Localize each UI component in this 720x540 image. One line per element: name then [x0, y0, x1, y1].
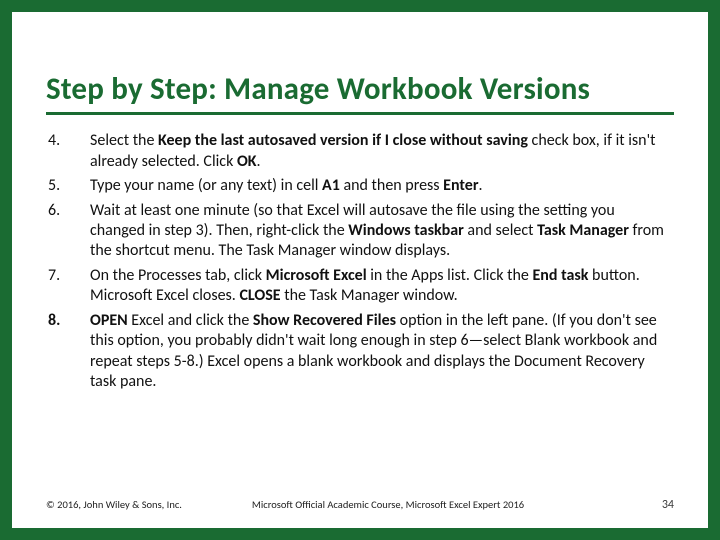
- step-number: 7.: [46, 266, 80, 307]
- step-body: Wait at least one minute (so that Excel …: [90, 201, 674, 262]
- step-number: 4.: [46, 131, 80, 172]
- title-rule: [46, 112, 674, 115]
- slide-footer: © 2016, John Wiley & Sons, Inc. Microsof…: [46, 498, 674, 512]
- footer-course: Microsoft Official Academic Course, Micr…: [182, 498, 662, 511]
- footer-copyright: © 2016, John Wiley & Sons, Inc.: [46, 498, 182, 511]
- slide-content: Step by Step: Manage Workbook Versions 4…: [12, 12, 708, 528]
- footer-page-number: 34: [662, 498, 674, 512]
- slide-title: Step by Step: Manage Workbook Versions: [46, 72, 674, 106]
- step-number: 8.: [46, 311, 80, 393]
- step-body: Select the Keep the last autosaved versi…: [90, 131, 674, 172]
- steps-list: 4.Select the Keep the last autosaved ver…: [46, 131, 674, 393]
- step-body: Type your name (or any text) in cell A1 …: [90, 176, 674, 196]
- slide-frame: Step by Step: Manage Workbook Versions 4…: [0, 0, 720, 540]
- step-body: On the Processes tab, click Microsoft Ex…: [90, 266, 674, 307]
- step-number: 6.: [46, 201, 80, 262]
- step-body: OPEN Excel and click the Show Recovered …: [90, 311, 674, 393]
- step-number: 5.: [46, 176, 80, 196]
